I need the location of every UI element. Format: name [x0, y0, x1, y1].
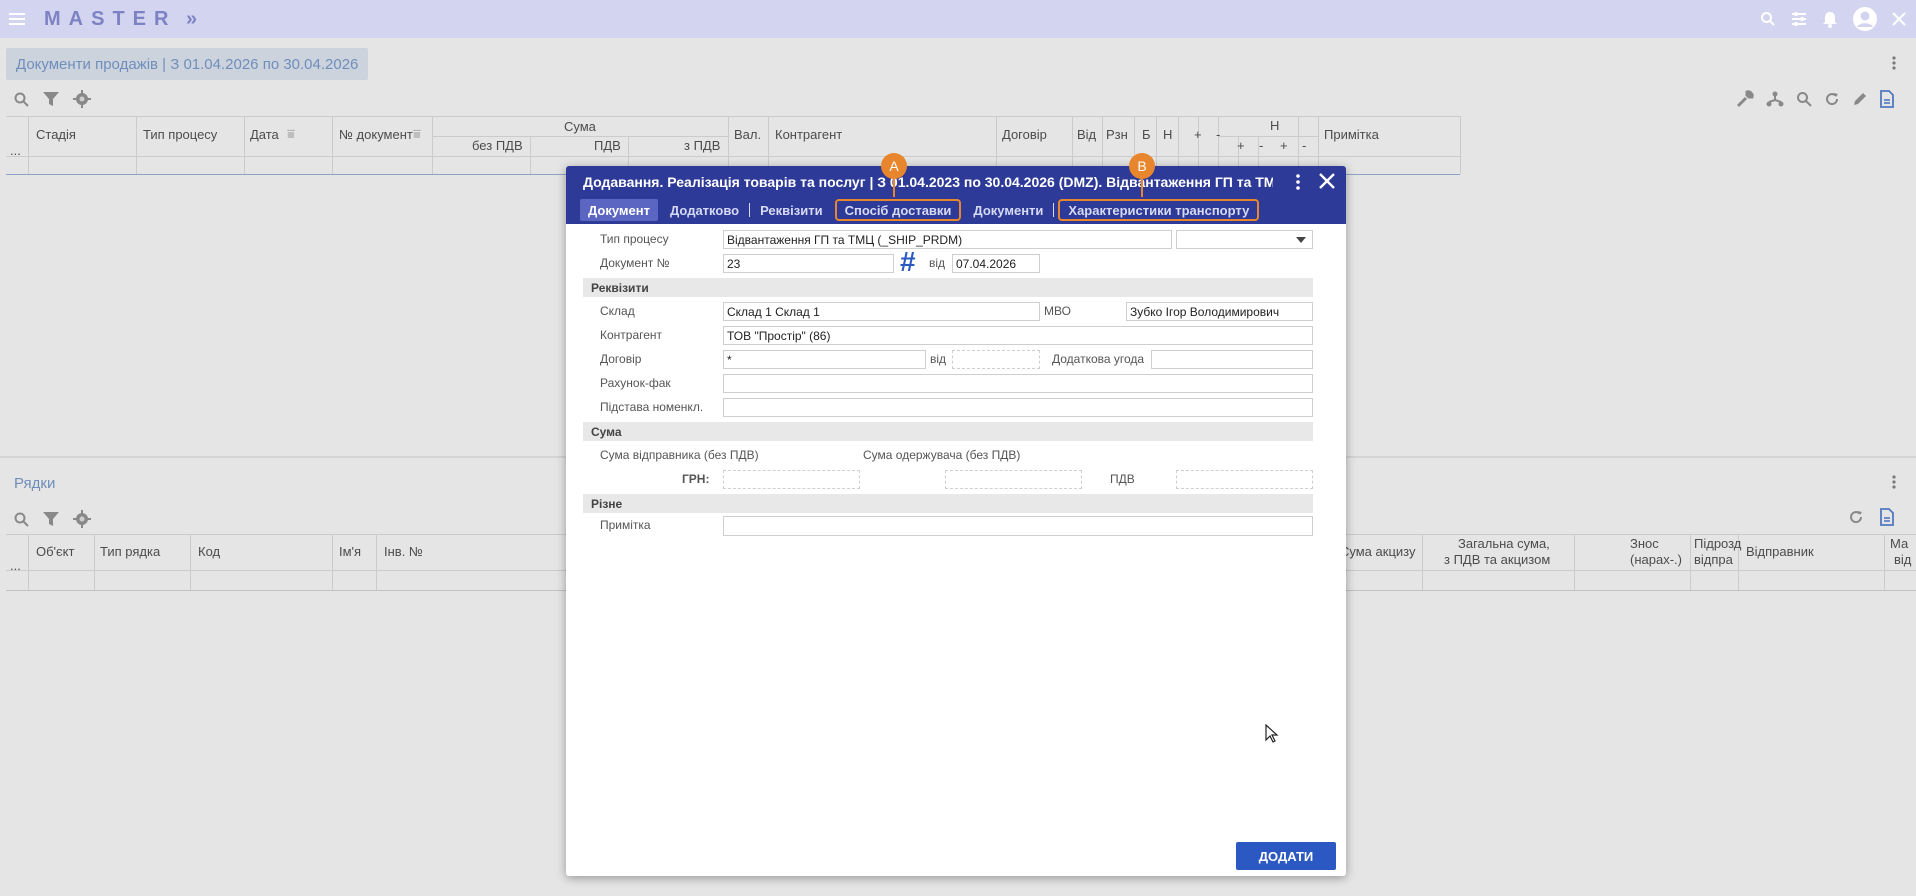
dialog-menu-icon[interactable] — [1296, 174, 1300, 190]
close-icon[interactable] — [1892, 12, 1906, 26]
additional-agreement-label: Додаткова угода — [1052, 352, 1145, 366]
section-sum: Сума — [583, 422, 1313, 441]
process-type-field[interactable]: Відвантаження ГП та ТМЦ (_SHIP_PRDM) — [723, 230, 1172, 249]
search-icon[interactable] — [1760, 11, 1776, 27]
vat-field[interactable] — [1176, 470, 1313, 489]
tab-delivery-method[interactable]: Спосіб доставки — [834, 199, 962, 221]
hash-numbering-icon[interactable]: # — [900, 246, 916, 278]
additional-agreement-field[interactable] — [1151, 350, 1313, 369]
tab-document[interactable]: Документ — [580, 199, 658, 221]
bell-icon[interactable] — [1822, 11, 1838, 28]
process-type-label: Тип процесу — [600, 232, 669, 246]
pin-b-label: B — [1129, 153, 1155, 179]
dialog-body: Тип процесу Відвантаження ГП та ТМЦ (_SH… — [566, 224, 1346, 876]
contract-date-field[interactable] — [952, 350, 1040, 369]
add-button[interactable]: ДОДАТИ — [1236, 842, 1336, 870]
contract-label: Договір — [600, 352, 642, 366]
uah-label: ГРН: — [682, 472, 710, 486]
note-field[interactable] — [723, 516, 1313, 536]
dialog-tabs: Документ Додатково Реквізити Спосіб дост… — [580, 199, 1260, 221]
counterparty-label: Контрагент — [600, 328, 663, 342]
tab-documents[interactable]: Документи — [965, 199, 1051, 221]
doc-no-field[interactable]: 23 — [723, 254, 894, 273]
invoice-label: Рахунок-фак — [600, 376, 671, 390]
warehouse-label: Склад — [600, 304, 635, 318]
logo-text: MASTER — [44, 7, 177, 30]
counterparty-field[interactable]: ТОВ "Простір" (86) — [723, 326, 1313, 345]
annotation-pin-b: B — [1129, 153, 1155, 197]
app-logo[interactable]: MASTER » — [44, 8, 197, 31]
add-document-dialog: Додавання. Реалізація товарів та послуг … — [566, 166, 1346, 876]
dialog-header: Додавання. Реалізація товарів та послуг … — [566, 166, 1346, 224]
annotation-pin-a: A — [881, 153, 907, 197]
user-avatar-icon[interactable] — [1852, 6, 1878, 32]
contract-field[interactable]: * — [723, 350, 926, 369]
sender-sum-field[interactable] — [723, 470, 860, 489]
date-from-label: від — [929, 256, 946, 270]
note-label: Примітка — [600, 518, 651, 532]
process-type-select[interactable] — [1176, 230, 1313, 249]
hamburger-menu-icon[interactable] — [0, 0, 34, 38]
receiver-sum-field[interactable] — [945, 470, 1082, 489]
pin-a-label: A — [881, 153, 907, 179]
invoice-field[interactable] — [723, 374, 1313, 393]
tab-additional[interactable]: Додатково — [662, 199, 747, 221]
section-misc: Різне — [583, 494, 1313, 513]
mvo-field[interactable]: Зубко Ігор Володимирович — [1126, 302, 1313, 321]
contract-from-label: від — [930, 352, 947, 366]
mvo-label: МВО — [1044, 304, 1071, 318]
sender-sum-label: Сума відправника (без ПДВ) — [600, 448, 759, 462]
mouse-cursor-icon — [1265, 724, 1279, 743]
tab-requisites[interactable]: Реквізити — [752, 199, 831, 221]
warehouse-field[interactable]: Склад 1 Склад 1 — [723, 302, 1040, 321]
receiver-sum-label: Сума одержувача (без ПДВ) — [863, 448, 1021, 462]
basis-field[interactable] — [723, 398, 1313, 417]
top-bar: MASTER » — [0, 0, 1916, 38]
vat-label: ПДВ — [1110, 472, 1135, 486]
date-field[interactable]: 07.04.2026 — [952, 254, 1040, 273]
tab-transport-characteristics[interactable]: Характеристики транспорту — [1058, 199, 1260, 221]
doc-no-label: Документ № — [600, 256, 670, 270]
tasks-icon[interactable] — [1790, 11, 1808, 27]
dialog-title: Додавання. Реалізація товарів та послуг … — [583, 174, 1273, 190]
section-requisites: Реквізити — [583, 278, 1313, 297]
chevron-down-icon — [1296, 237, 1306, 243]
dialog-close-icon[interactable] — [1318, 172, 1336, 190]
logo-chevron-icon: » — [186, 7, 198, 30]
basis-label: Підстава номенкл. — [600, 400, 704, 414]
